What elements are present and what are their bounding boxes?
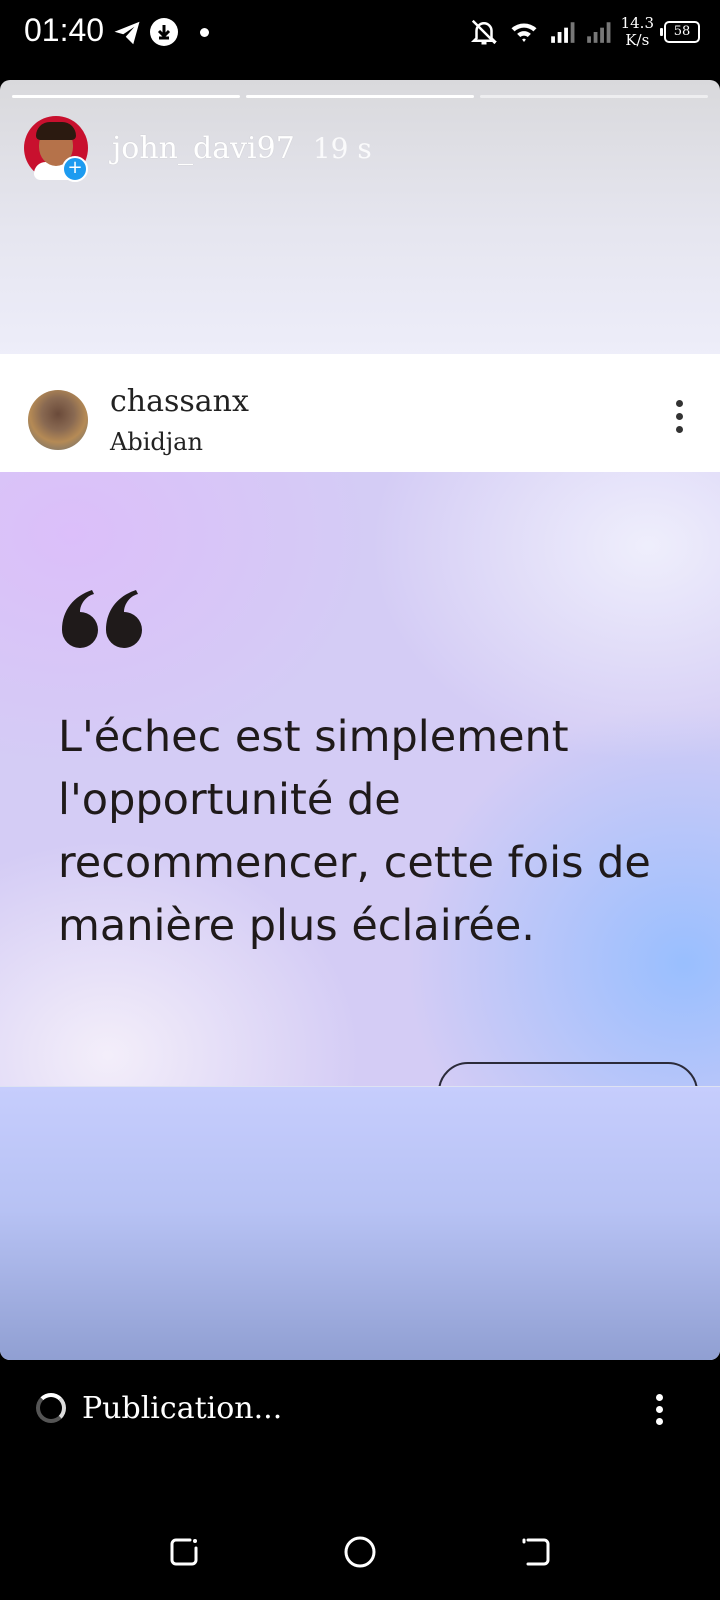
recent-apps-icon[interactable] bbox=[166, 1534, 202, 1570]
wifi-icon bbox=[511, 23, 537, 42]
post-username[interactable]: chassanx bbox=[110, 384, 249, 419]
post-location[interactable]: Abidjan bbox=[110, 428, 203, 456]
shared-post-image[interactable]: L'échec est simplement l'opportunité de … bbox=[0, 472, 720, 1086]
publish-status: Publication... bbox=[36, 1388, 282, 1428]
author-pill bbox=[438, 1062, 698, 1086]
signal-icon bbox=[586, 22, 611, 43]
story-username[interactable]: john_davi97 bbox=[112, 131, 295, 166]
shared-post-header[interactable]: chassanx Abidjan bbox=[0, 354, 720, 472]
story-background bbox=[0, 1086, 720, 1360]
progress-segment bbox=[246, 95, 474, 98]
story-more-icon[interactable] bbox=[656, 1394, 664, 1430]
publish-label: Publication... bbox=[82, 1390, 283, 1426]
bell-off-icon bbox=[470, 19, 497, 45]
status-bar: 01:40 14.3 K/s 58 bbox=[0, 0, 720, 64]
quote-icon bbox=[62, 590, 142, 648]
story-progress bbox=[12, 95, 708, 98]
speed-unit: K/s bbox=[625, 31, 650, 49]
story-author[interactable]: + john_davi97 19 s bbox=[24, 116, 372, 182]
add-story-icon[interactable]: + bbox=[62, 156, 88, 182]
story-viewer[interactable]: + john_davi97 19 s chassanx Abidjan L'éc… bbox=[0, 80, 720, 1360]
home-icon[interactable] bbox=[342, 1534, 378, 1570]
speed-value: 14.3 bbox=[620, 14, 654, 32]
telegram-icon bbox=[114, 21, 140, 45]
progress-segment bbox=[12, 95, 240, 98]
post-more-icon[interactable] bbox=[676, 400, 684, 436]
battery-icon: 58 bbox=[660, 21, 700, 43]
quote-text: L'échec est simplement l'opportunité de … bbox=[58, 712, 651, 951]
signal-icon bbox=[550, 22, 575, 43]
clock: 01:40 bbox=[24, 12, 105, 48]
navigation-bar bbox=[0, 1520, 720, 1600]
post-avatar[interactable] bbox=[28, 390, 88, 450]
loading-spinner-icon bbox=[36, 1393, 66, 1423]
download-icon bbox=[150, 18, 178, 46]
network-speed: 14.3 K/s bbox=[621, 15, 654, 49]
progress-segment bbox=[480, 95, 708, 98]
avatar[interactable]: + bbox=[24, 116, 88, 182]
story-timestamp: 19 s bbox=[312, 131, 372, 165]
back-icon[interactable] bbox=[518, 1534, 554, 1570]
dot-icon bbox=[200, 28, 209, 37]
